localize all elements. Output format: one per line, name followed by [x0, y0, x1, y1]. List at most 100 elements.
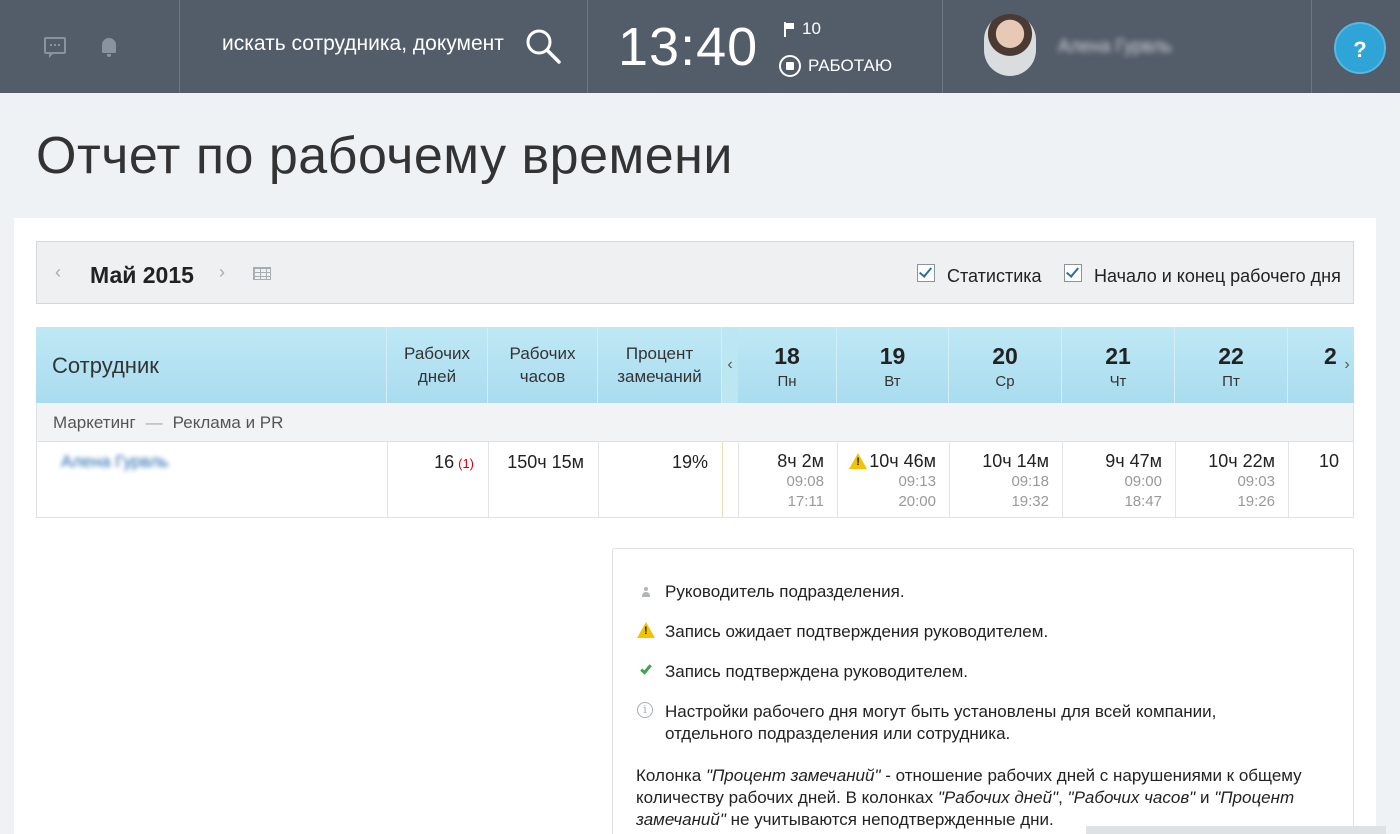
top-bar: искать сотрудника, документ 13:40 10 РАБ… — [0, 0, 1400, 93]
work-status-label: РАБОТАЮ — [808, 56, 893, 75]
workhours-cell: 150ч 15м — [489, 442, 599, 517]
scroll-right-button[interactable]: › — [1340, 327, 1354, 403]
page-title: Отчет по рабочему времени — [36, 127, 733, 185]
spacer-cell — [723, 442, 739, 517]
chat-icon[interactable] — [44, 37, 66, 58]
day-weekday: Пт — [1222, 373, 1240, 390]
statistics-checkbox-label[interactable]: Статистика — [947, 266, 1042, 287]
legend-item-cont: отдельного подразделения или сотрудника. — [665, 724, 1011, 743]
day-cell[interactable]: 10 — [1289, 442, 1353, 517]
day-cell[interactable]: 10ч 22м 09:03 19:26 — [1176, 442, 1289, 517]
day-number: 22 — [1218, 343, 1244, 369]
search-icon[interactable] — [523, 26, 563, 66]
col-workdays[interactable]: Рабочих дней — [387, 327, 488, 403]
table-row: Алена Гурвль 16 (1) 150ч 15м 19% 8ч 2м 09… — [36, 441, 1354, 518]
month-selector[interactable]: Май 2015 — [90, 262, 194, 289]
avatar[interactable] — [984, 14, 1036, 76]
calendar-grid-icon[interactable] — [253, 267, 271, 280]
info-icon: i — [637, 702, 653, 718]
day-total: 8ч 2м — [777, 451, 824, 471]
start-end-checkbox-label[interactable]: Начало и конец рабочего дня — [1094, 266, 1341, 287]
unconfirmed-days[interactable]: (1) — [458, 456, 474, 471]
prev-month-button[interactable]: ‹ — [55, 262, 61, 283]
day-number: 20 — [992, 343, 1018, 369]
day-header: 20 Ср — [949, 327, 1062, 403]
scroll-left-button[interactable]: ‹ — [722, 327, 738, 403]
day-start: 09:00 — [1124, 473, 1162, 490]
note-text: не учитываются неподтвержденные дни. — [725, 810, 1054, 829]
note-quote: "Рабочих дней" — [937, 788, 1059, 807]
note-quote: "Рабочих часов" — [1067, 788, 1196, 807]
day-end: 18:47 — [1124, 493, 1162, 510]
day-number: 2 — [1324, 343, 1337, 369]
day-start: 09:18 — [1011, 473, 1049, 490]
legend-note: Колонка "Процент замечаний" - отношение … — [636, 765, 1336, 831]
note-text: и — [1195, 788, 1215, 807]
divider — [179, 0, 180, 93]
day-end: 20:00 — [898, 493, 936, 510]
day-number: 18 — [774, 343, 800, 369]
day-cell[interactable]: 10ч 46м 09:13 20:00 — [838, 442, 950, 517]
workdays-cell: 16 (1) — [388, 442, 489, 517]
day-end: 19:32 — [1011, 493, 1049, 510]
day-total: 10ч 22м — [1208, 451, 1275, 471]
day-header: 22 Пт — [1175, 327, 1288, 403]
day-end: 19:26 — [1237, 493, 1275, 510]
day-total: 9ч 47м — [1105, 451, 1162, 471]
employee-link[interactable]: Алена Гурвль — [61, 452, 169, 472]
bell-icon[interactable] — [102, 38, 116, 57]
day-header: 18 Пн — [738, 327, 837, 403]
legend-item: Запись ожидает подтверждения руководител… — [665, 622, 1049, 641]
check-icon — [640, 662, 652, 675]
day-total: 10ч 14м — [982, 451, 1049, 471]
filter-bar: ‹ Май 2015 › Статистика Начало и конец р… — [36, 241, 1354, 304]
legend-item: Настройки рабочего дня могут быть устано… — [665, 702, 1217, 721]
person-icon — [642, 587, 650, 597]
work-status[interactable]: РАБОТАЮ — [779, 55, 892, 77]
day-cell[interactable]: 9ч 47м 09:00 18:47 — [1063, 442, 1176, 517]
start-end-checkbox[interactable] — [1064, 264, 1082, 282]
warning-icon — [849, 453, 868, 469]
employee-cell: Алена Гурвль — [37, 442, 388, 517]
violations-cell: 19% — [599, 442, 723, 517]
department-separator: — — [145, 413, 163, 432]
day-number: 21 — [1105, 343, 1131, 369]
legend-box: Руководитель подразделения. Запись ожида… — [612, 548, 1354, 834]
department-name: Маркетинг — [53, 413, 136, 432]
department-row: Маркетинг — Реклама и PR — [36, 403, 1354, 441]
note-text: Колонка — [636, 766, 706, 785]
clock[interactable]: 13:40 — [618, 16, 758, 78]
col-violations[interactable]: Процент замечаний — [598, 327, 722, 403]
tasks-count: 10 — [802, 19, 821, 38]
day-weekday: Ср — [995, 373, 1015, 390]
day-cell[interactable]: 10ч 14м 09:18 19:32 — [950, 442, 1063, 517]
workhours-value: 150ч 15м — [507, 452, 584, 472]
tasks-counter[interactable]: 10 — [784, 19, 821, 39]
col-workhours[interactable]: Рабочих часов — [488, 327, 598, 403]
workdays-value: 16 — [434, 452, 455, 472]
help-button[interactable]: ? — [1334, 22, 1386, 74]
day-weekday: Чт — [1109, 373, 1127, 390]
day-end: 17:11 — [787, 493, 824, 510]
warning-icon — [637, 622, 655, 638]
day-start: 09:03 — [1237, 473, 1275, 490]
day-total: 10 — [1319, 451, 1340, 471]
day-total: 10ч 46м — [869, 451, 936, 471]
stop-icon — [779, 55, 801, 77]
day-header: 19 Вт — [837, 327, 949, 403]
day-weekday: Пн — [777, 373, 797, 390]
user-name[interactable]: Алена Гурвль — [1058, 36, 1172, 57]
day-start: 09:08 — [786, 473, 824, 490]
day-header: 2 — [1288, 327, 1340, 403]
col-employee[interactable]: Сотрудник — [36, 327, 387, 403]
search-input[interactable]: искать сотрудника, документ — [222, 32, 506, 56]
legend-item: Руководитель подразделения. — [665, 582, 905, 601]
next-month-button[interactable]: › — [219, 262, 225, 283]
statistics-checkbox[interactable] — [917, 264, 935, 282]
day-cell[interactable]: 8ч 2м 09:08 17:11 — [739, 442, 838, 517]
divider — [587, 0, 588, 93]
note-quote: "Процент замечаний" — [705, 766, 881, 785]
divider — [942, 0, 943, 93]
day-weekday: Вт — [884, 373, 901, 390]
note-text: , — [1058, 788, 1068, 807]
